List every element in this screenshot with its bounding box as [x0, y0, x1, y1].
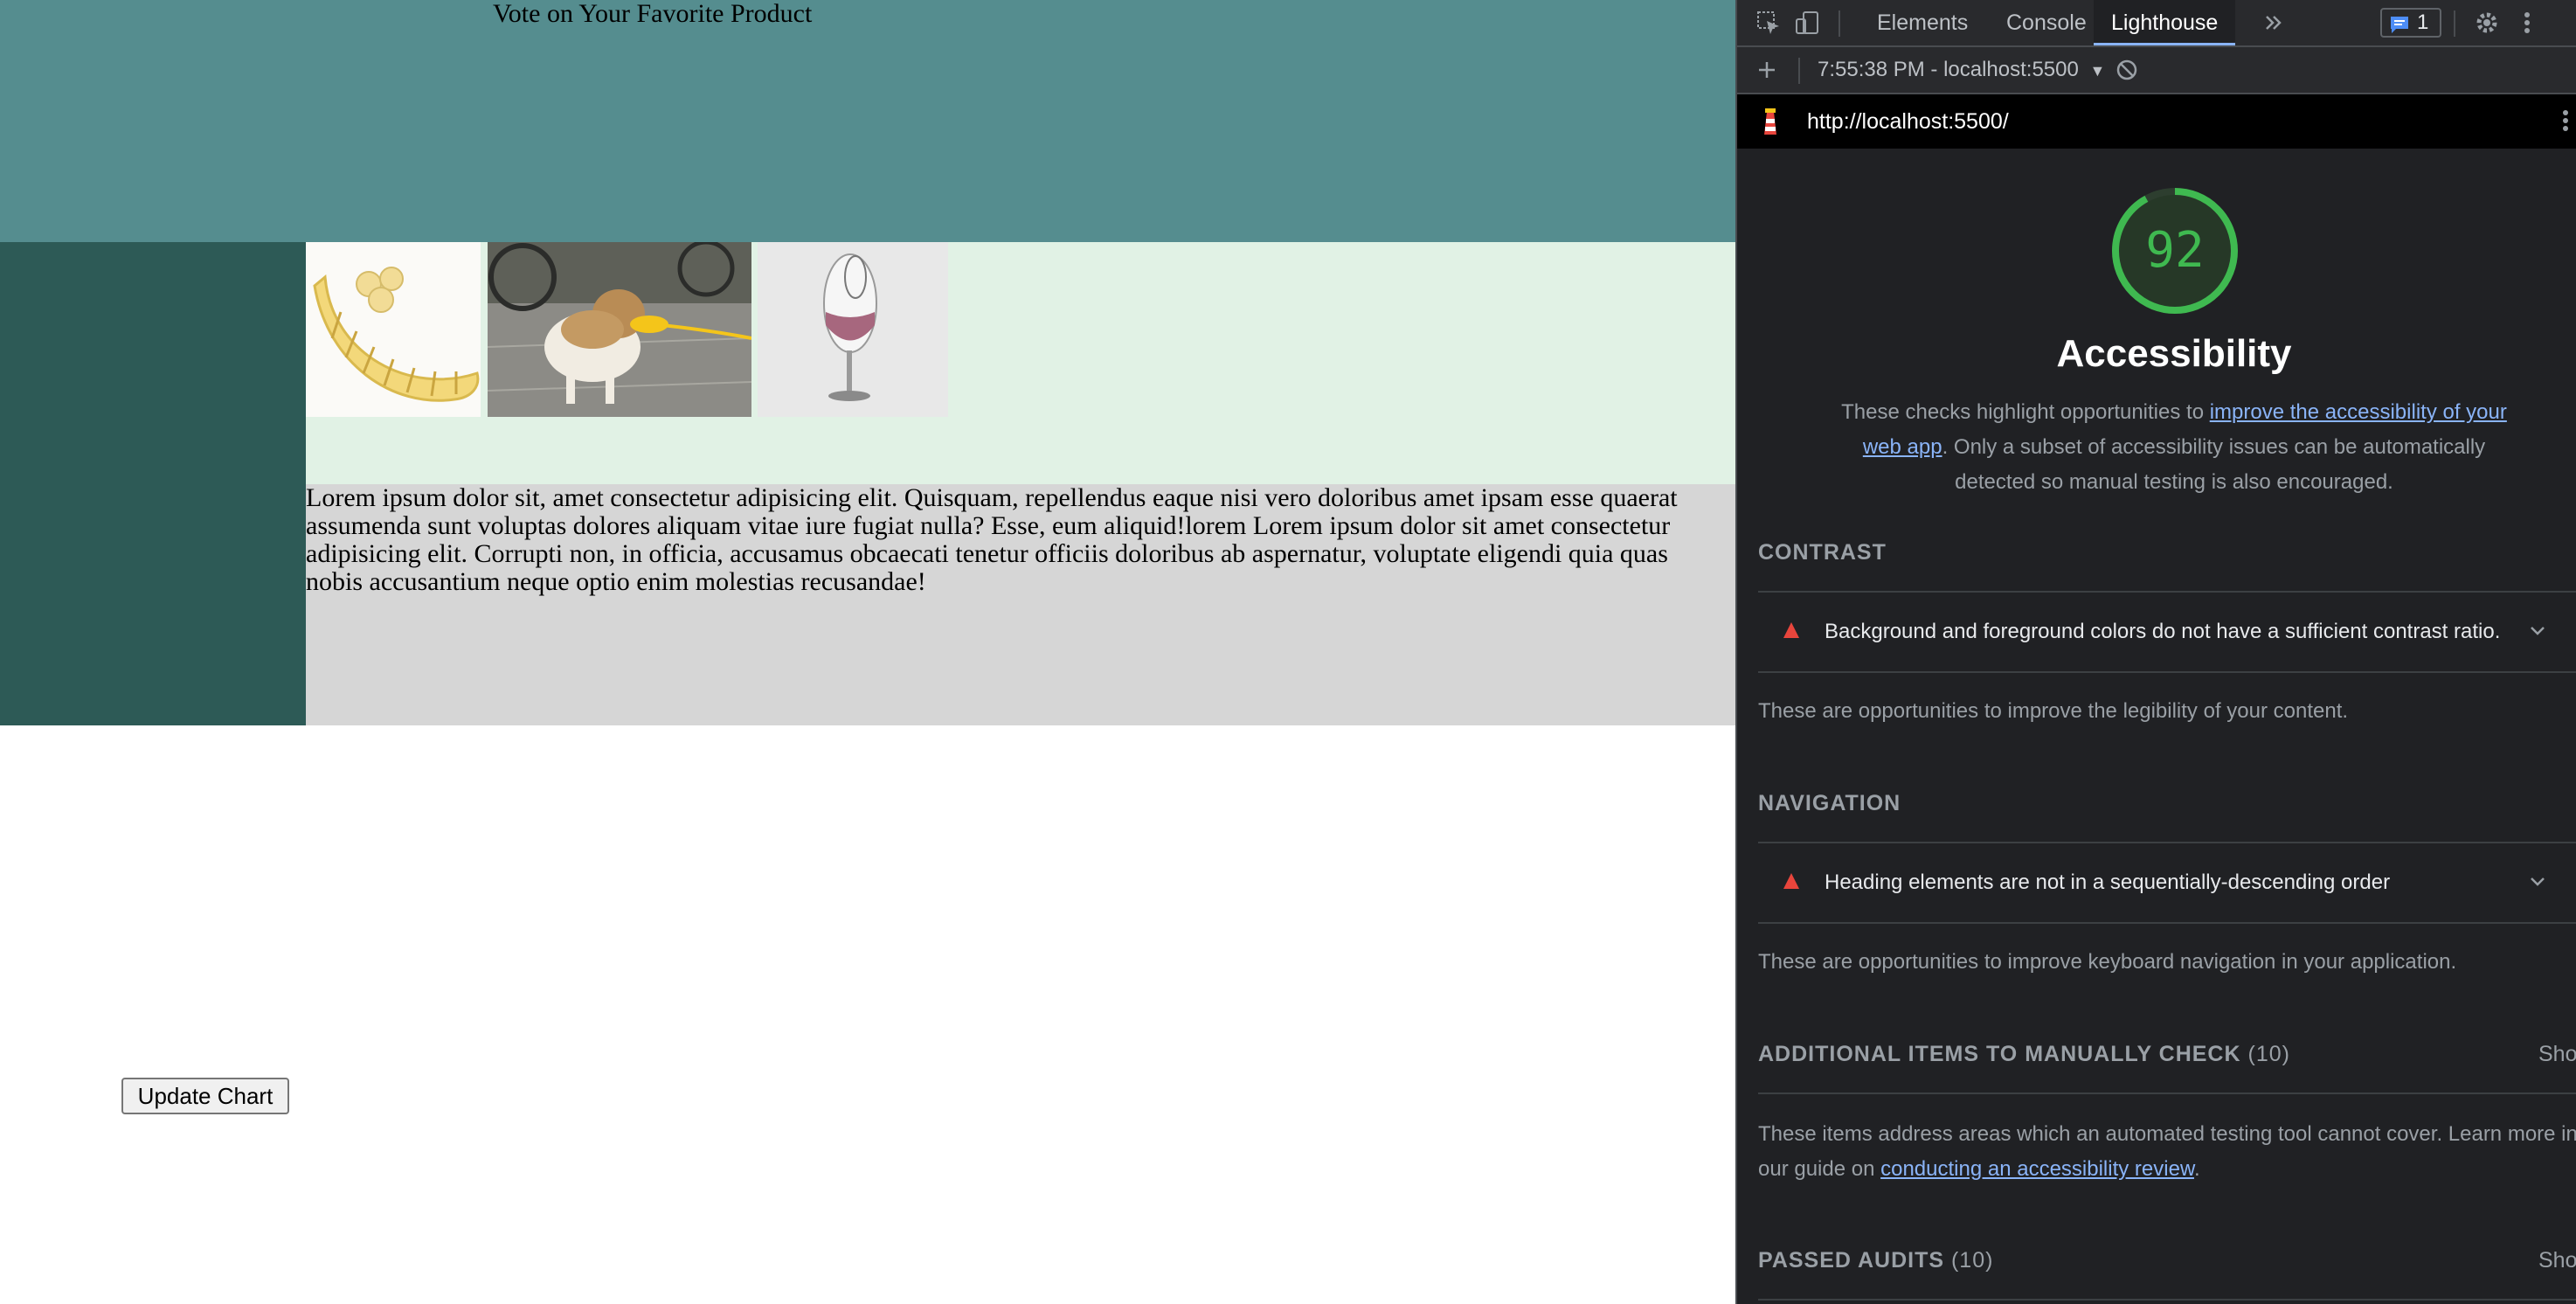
caret-down-icon: ▼ — [2089, 62, 2106, 80]
web-page: Vote on Your Favorite Product Lorem ipsu… — [0, 0, 1735, 1304]
chevron-down-icon — [2531, 877, 2545, 886]
page-header: Vote on Your Favorite Product — [0, 0, 1735, 242]
page-title: Vote on Your Favorite Product — [493, 0, 813, 28]
show-manual-button[interactable]: Show — [2538, 1042, 2576, 1067]
product-gallery — [306, 242, 1735, 484]
banana-slicer-image[interactable] — [306, 242, 481, 417]
double-chevron-right-icon[interactable] — [2260, 9, 2288, 37]
issues-badge[interactable]: 1 — [2380, 8, 2441, 38]
left-sidebar-column — [0, 242, 306, 725]
group-description-contrast: These are opportunities to improve the l… — [1758, 699, 2349, 723]
manual-title-text: ADDITIONAL ITEMS TO MANUALLY CHECK — [1758, 1042, 2241, 1066]
duck-bill-dog-image[interactable] — [488, 242, 751, 417]
audit-label: Background and foreground colors do not … — [1825, 620, 2501, 643]
device-toolbar-icon[interactable] — [1793, 9, 1821, 37]
chevron-down-icon — [2531, 627, 2545, 635]
toolbar-divider — [1798, 58, 1800, 84]
divider — [1758, 922, 2576, 924]
report-url-bar: http://localhost:5500/ — [1737, 94, 2576, 149]
show-passed-button[interactable]: Show — [2538, 1248, 2576, 1273]
audit-color-contrast[interactable]: Background and foreground colors do not … — [1758, 593, 2576, 671]
tab-lighthouse[interactable]: Lighthouse — [2094, 0, 2236, 45]
report-selector[interactable]: 7:55:38 PM - localhost:5500 ▼ — [1818, 47, 2105, 93]
body-text: Lorem ipsum dolor sit, amet consectetur … — [306, 483, 1678, 596]
category-description-text: These checks highlight opportunities to — [1841, 400, 2210, 424]
devtools-panel: Elements Console Lighthouse 1 7:55:38 PM… — [1735, 0, 2576, 1304]
lighthouse-toolbar: 7:55:38 PM - localhost:5500 ▼ — [1737, 47, 2576, 94]
group-description-manual: These items address areas which an autom… — [1758, 1122, 2576, 1146]
manual-desc-text: . — [2193, 1157, 2200, 1181]
clear-block-icon[interactable] — [2113, 56, 2141, 84]
category-description-text: . Only a subset of accessibility issues … — [1942, 435, 2486, 494]
manual-count: (10) — [2247, 1042, 2290, 1066]
audit-label: Heading elements are not in a sequential… — [1825, 870, 2391, 894]
divider — [1758, 671, 2576, 673]
report-url: http://localhost:5500/ — [1807, 109, 2009, 134]
group-title-manual[interactable]: ADDITIONAL ITEMS TO MANUALLY CHECK (10) — [1758, 1042, 2290, 1067]
kebab-menu-icon[interactable] — [2513, 9, 2541, 37]
group-description-navigation: These are opportunities to improve keybo… — [1758, 950, 2457, 974]
accessibility-review-link[interactable]: conducting an accessibility review — [1880, 1157, 2194, 1181]
toolbar-divider — [2454, 10, 2455, 37]
issues-count: 1 — [2417, 10, 2429, 34]
plus-icon[interactable] — [1753, 56, 1781, 84]
category-description: These checks highlight opportunities to … — [1825, 395, 2524, 500]
toolbar-divider — [1839, 10, 1840, 37]
text-content-section: Lorem ipsum dolor sit, amet consectetur … — [306, 484, 1735, 725]
issue-message-icon — [2391, 17, 2408, 33]
tab-console[interactable]: Console — [2006, 0, 2087, 45]
accessibility-score: 92 — [2145, 222, 2205, 279]
divider — [1758, 1092, 2576, 1094]
group-title-navigation: NAVIGATION — [1758, 791, 1901, 815]
lighthouse-logo-icon — [1756, 107, 1784, 135]
audit-heading-order[interactable]: Heading elements are not in a sequential… — [1758, 843, 2576, 922]
category-title: Accessibility — [2056, 332, 2292, 375]
group-description-manual-line2: our guide on conducting an accessibility… — [1758, 1152, 2200, 1187]
report-menu-icon[interactable] — [2559, 107, 2576, 135]
group-title-contrast: CONTRAST — [1758, 540, 1887, 565]
gear-icon[interactable] — [2473, 9, 2501, 37]
inspect-element-icon[interactable] — [1755, 9, 1783, 37]
lighthouse-report: 92 Accessibility These checks highlight … — [1737, 149, 2576, 1304]
update-chart-button[interactable]: Update Chart — [121, 1078, 289, 1114]
fail-triangle-icon — [1783, 622, 1799, 638]
passed-title-text: PASSED AUDITS — [1758, 1248, 1945, 1273]
passed-count: (10) — [1950, 1248, 1994, 1273]
report-selector-label: 7:55:38 PM - localhost:5500 — [1818, 58, 2079, 81]
tab-elements[interactable]: Elements — [1877, 0, 1968, 45]
group-title-passed[interactable]: PASSED AUDITS (10) — [1758, 1248, 1993, 1273]
wine-glass-image[interactable] — [758, 242, 948, 417]
manual-desc-text: our guide on — [1758, 1157, 1881, 1181]
divider — [1758, 1299, 2576, 1301]
fail-triangle-icon — [1783, 873, 1799, 889]
devtools-tab-bar: Elements Console Lighthouse 1 — [1737, 0, 2576, 47]
